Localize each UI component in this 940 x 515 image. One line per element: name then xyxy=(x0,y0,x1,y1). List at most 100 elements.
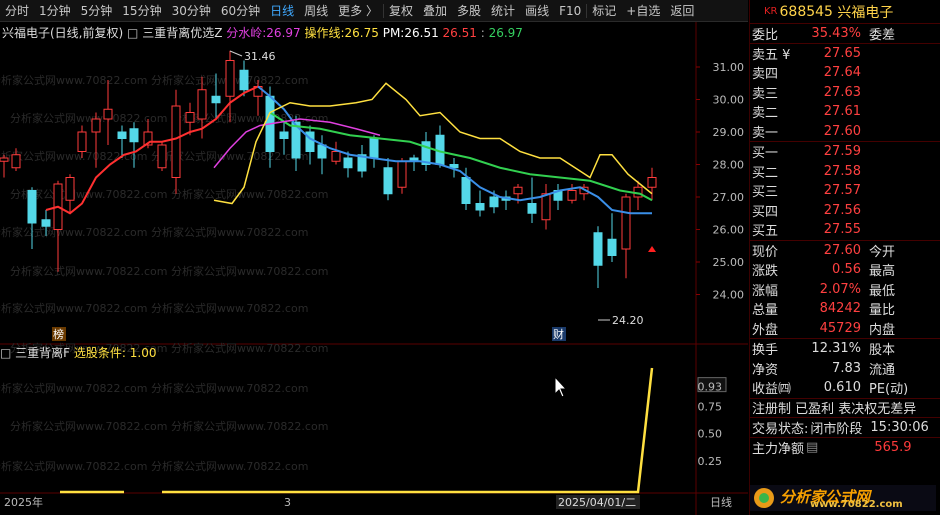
stock-name: 兴福电子 xyxy=(837,4,894,21)
candle-body xyxy=(621,196,631,250)
candle-body xyxy=(461,177,471,204)
list-icon[interactable]: ▤ xyxy=(806,440,818,455)
candle-body xyxy=(103,108,113,120)
candle-body xyxy=(171,105,181,178)
toolbar-item[interactable]: 复权 xyxy=(384,2,418,19)
quote-label: 外盘 xyxy=(752,322,779,338)
quote-value: 27.64 xyxy=(823,65,861,81)
ind-cond-label: 选股条件: xyxy=(73,346,126,360)
quote-label: 卖三 xyxy=(752,86,779,102)
candle-body xyxy=(331,151,341,162)
candle-body xyxy=(77,131,87,152)
chart-area[interactable]: 31.00 30.00 29.00 28.00 27.00 26.00 25.00 24.00… xyxy=(0,22,748,515)
status-label: 交易状态: xyxy=(752,421,809,437)
webi-row: 委比 35.43% 委差 xyxy=(750,24,940,44)
cai-tag: 财 xyxy=(553,327,564,341)
candle-body xyxy=(279,131,289,139)
watermark-badge: 分析家公式网 www.70822.com xyxy=(750,485,936,511)
ma-yellow xyxy=(213,82,653,205)
quote-row: 涨跌 0.56 最高 xyxy=(750,260,940,280)
toolbar-item[interactable]: 周线 xyxy=(299,2,333,19)
quote-row: 买三 27.57 xyxy=(750,181,940,201)
candle-body xyxy=(211,95,221,104)
indicator-header: □ 三重背离F 选股条件: 1.00 xyxy=(0,344,157,361)
candle-body xyxy=(27,190,37,224)
ind-tick: 0.93 xyxy=(698,381,723,394)
xaxis-period: 日线 xyxy=(710,495,732,509)
candle-body xyxy=(41,219,51,227)
cursor-icon xyxy=(554,375,568,398)
kline-chart[interactable]: 31.0030.0029.0028.0027.0026.0025.0024.00… xyxy=(0,22,748,515)
period-toolbar: 分时 1分钟 5分钟 15分钟 30分钟 60分钟 日线 周线 更多 〉复权 叠加 多股 统计 画线 F1… xyxy=(0,0,748,22)
high-label: 31.46 xyxy=(244,50,276,63)
quote-value: 27.61 xyxy=(823,104,861,120)
quote-extra: PE(动) xyxy=(869,382,909,398)
toolbar-item[interactable]: 5分钟 xyxy=(76,2,118,19)
stock-title: 兴福电子(日线,前复权) xyxy=(2,26,124,40)
quote-label: 买五 xyxy=(752,224,779,240)
webi-value: 35.43% xyxy=(811,25,861,41)
ind-tick: 0.50 xyxy=(698,428,723,441)
xaxis-mid: 3 xyxy=(284,496,291,509)
price-tick: 27.00 xyxy=(713,191,745,204)
toolbar-item[interactable]: 日线 xyxy=(265,2,299,19)
toolbar-item[interactable]: 更多 〉 xyxy=(333,2,383,19)
toolbar-item[interactable]: 标记 xyxy=(587,2,621,19)
toolbar-item[interactable]: +自选 xyxy=(621,2,665,19)
candle-body xyxy=(647,177,657,188)
candle-body xyxy=(489,196,499,208)
toolbar-item[interactable]: 画线 xyxy=(520,2,554,19)
toolbar-item[interactable]: 返回 xyxy=(665,2,699,19)
quote-row: 卖三 27.63 xyxy=(750,83,940,103)
toolbar-item[interactable]: 15分钟 xyxy=(117,2,166,19)
candle-body xyxy=(607,238,617,256)
quote-label: 买三 xyxy=(752,185,779,201)
toolbar-item[interactable]: 统计 xyxy=(486,2,520,19)
candle-body xyxy=(593,232,603,266)
toolbar-item[interactable]: 60分钟 xyxy=(216,2,265,19)
candle-body xyxy=(117,131,127,139)
quote-label: 买四 xyxy=(752,204,779,220)
candle-body xyxy=(129,128,139,143)
watermark-text: 分析家公式网www.70822.com 分析家公式网www.70822.com xyxy=(0,381,308,395)
quote-row: 外盘 45729 内盘 xyxy=(750,319,940,339)
quote-label: 现价 xyxy=(752,244,779,260)
toolbar-item[interactable]: 多股 xyxy=(452,2,486,19)
toolbar-item[interactable]: 1分钟 xyxy=(34,2,76,19)
candle-body xyxy=(343,157,353,169)
indicator-minus[interactable]: □ xyxy=(127,26,138,40)
candle-body xyxy=(11,154,21,169)
fsl-label: 分水岭: xyxy=(226,26,267,40)
low-label: 24.20 xyxy=(612,314,644,327)
quote-row: 总量 84242 量比 xyxy=(750,299,940,319)
quote-extra: 流通 xyxy=(869,362,896,378)
toolbar-item[interactable]: 分时 xyxy=(0,2,34,19)
toolbar-item[interactable]: F10 xyxy=(554,4,586,18)
watermark-text: 分析家公式网www.70822.com 分析家公式网www.70822.com xyxy=(0,301,308,315)
v1-value: 26.51 xyxy=(442,26,477,40)
quote-label: 卖二 xyxy=(752,106,779,122)
ind-minus[interactable]: □ xyxy=(0,346,11,360)
candle-body xyxy=(317,144,327,159)
price-tick: 31.00 xyxy=(713,61,745,74)
toolbar-item[interactable]: 叠加 xyxy=(418,2,452,19)
watermark-text: 分析家公式网www.70822.com 分析家公式网www.70822.com xyxy=(10,419,328,433)
quote-value: 27.57 xyxy=(823,183,861,199)
candle-body xyxy=(239,69,249,91)
quote-stats-2: 换手 12.31% 股本 净资 7.83 流通 收益㈣ 0.610 PE(动) xyxy=(750,339,940,399)
up-arrow-icon xyxy=(648,246,656,252)
quote-stats: 现价 27.60 今开 涨跌 0.56 最高 涨幅 2.07% 最低 总量 84242 量比 外盘 457… xyxy=(750,241,940,339)
quote-row: 收益㈣ 0.610 PE(动) xyxy=(750,378,940,398)
quote-value: 27.63 xyxy=(823,84,861,100)
badge-url: www.70822.com xyxy=(810,499,903,510)
quote-row: 涨幅 2.07% 最低 xyxy=(750,280,940,300)
quote-row: 买四 27.56 xyxy=(750,201,940,221)
quote-value: 0.610 xyxy=(823,380,861,396)
quote-panel: KR 688545 兴福电子 委比 35.43% 委差 卖五 ¥ 27.65 卖四 2… xyxy=(749,0,940,515)
quote-extra: 今开 xyxy=(869,244,896,260)
toolbar-item[interactable]: 30分钟 xyxy=(167,2,216,19)
candle-body xyxy=(397,160,407,188)
quote-label: 收益㈣ xyxy=(752,382,792,398)
watermark-text: 分析家公式网www.70822.com 分析家公式网www.70822.com xyxy=(0,73,308,87)
status-row: 交易状态: 闭市阶段 15:30:06 xyxy=(750,418,940,438)
